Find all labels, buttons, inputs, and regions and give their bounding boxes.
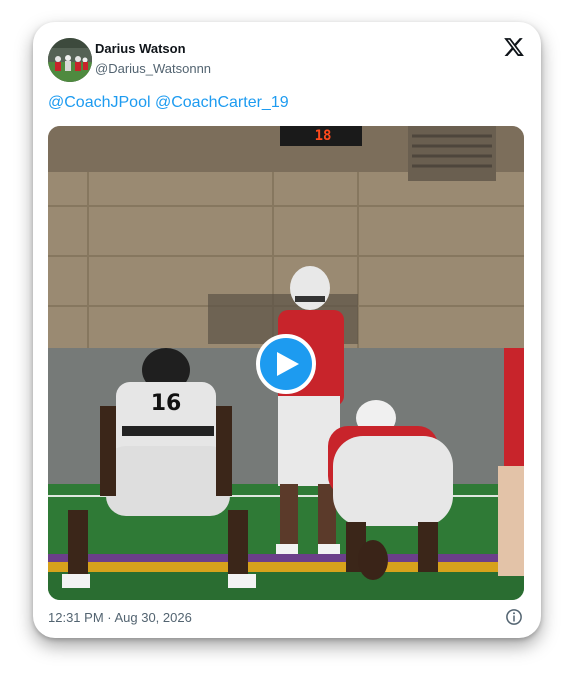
author-display-name[interactable]: Darius Watson [95,41,186,56]
play-icon [277,352,299,376]
tweet-timestamp[interactable]: 12:31 PM · Aug 30, 2026 [48,610,192,625]
info-icon[interactable] [505,608,523,626]
play-button[interactable] [256,334,316,394]
tweet-card: Darius Watson @Darius_Watsonnn @CoachJPo… [33,22,541,638]
jersey-number: 16 [151,391,182,416]
scoreboard-digits: 18 [315,128,332,144]
profile-photo-icon [48,38,92,82]
video-player[interactable]: 18 16 [48,126,524,600]
mention-link[interactable]: @CoachJPool [48,94,151,111]
author-handle[interactable]: @Darius_Watsonnn [95,61,211,76]
x-logo-icon[interactable] [503,36,525,58]
tweet-text: @CoachJPool @CoachCarter_19 [48,94,289,112]
mention-link[interactable]: @CoachCarter_19 [155,94,289,111]
author-avatar[interactable] [48,38,92,82]
